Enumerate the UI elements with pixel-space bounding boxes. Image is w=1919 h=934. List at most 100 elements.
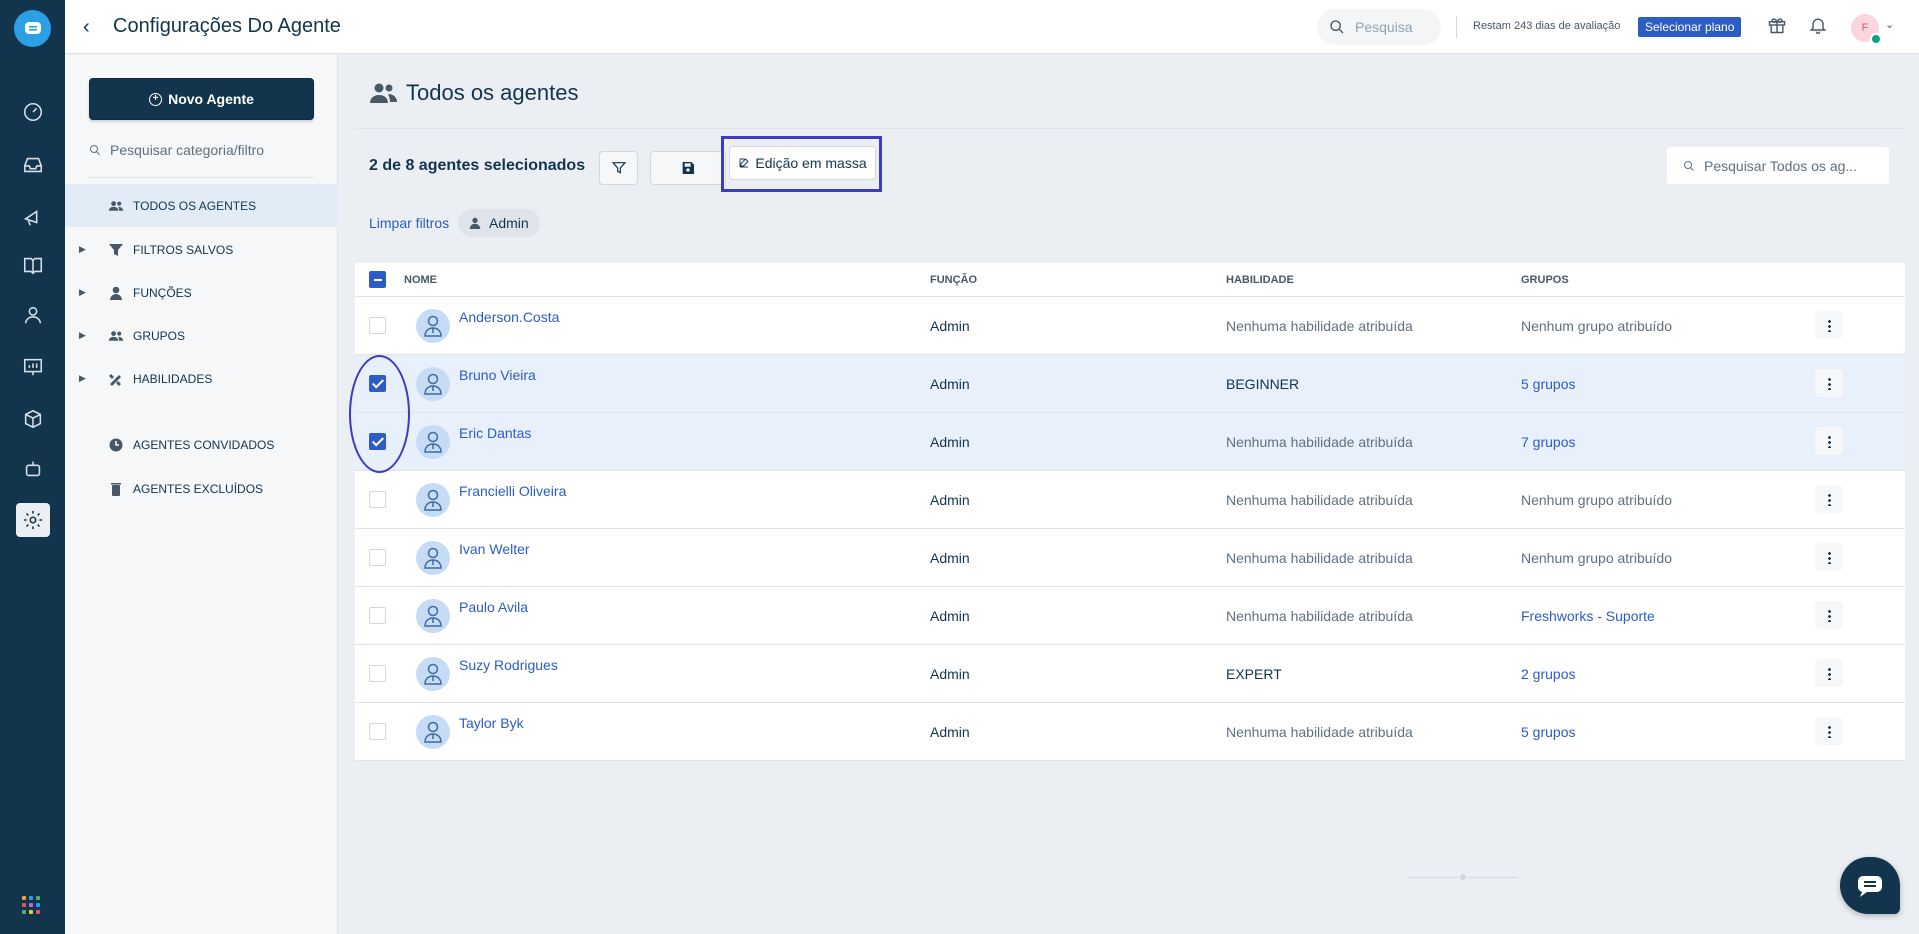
- back-arrow-icon[interactable]: ‹: [83, 16, 90, 39]
- chevron-down-icon[interactable]: ⌄: [1885, 18, 1894, 31]
- row-checkbox[interactable]: [369, 491, 386, 508]
- row-more-actions-icon[interactable]: [1815, 601, 1843, 629]
- app-logo-icon[interactable]: [14, 10, 51, 47]
- row-more-actions-icon[interactable]: [1815, 543, 1843, 571]
- reports-icon[interactable]: [16, 350, 50, 384]
- sidebar-item-roles[interactable]: ▶ FUNÇÕES: [65, 271, 338, 314]
- plus-circle-icon: +: [149, 92, 163, 106]
- notifications-bell-icon[interactable]: [1808, 15, 1828, 35]
- column-header-role[interactable]: FUNÇÃO: [930, 274, 977, 286]
- expand-arrow-icon[interactable]: ▶: [79, 287, 86, 298]
- bulk-edit-highlight: Edição em massa: [721, 136, 882, 192]
- bot-icon[interactable]: [16, 452, 50, 486]
- agent-name-link[interactable]: Bruno Vieira: [459, 367, 536, 383]
- row-more-actions-icon[interactable]: [1815, 311, 1843, 339]
- sidebar-item-groups[interactable]: ▶ GRUPOS: [65, 314, 338, 357]
- row-more-actions-icon[interactable]: [1815, 369, 1843, 397]
- row-checkbox[interactable]: [369, 665, 386, 682]
- sidebar-item-label: FILTROS SALVOS: [133, 242, 234, 257]
- select-plan-button[interactable]: Selecionar plano: [1638, 17, 1742, 37]
- agent-name-link[interactable]: Taylor Byk: [459, 715, 524, 731]
- sidebar-divider: [89, 177, 314, 178]
- filter-chip-admin[interactable]: Admin: [458, 209, 540, 237]
- inbox-icon[interactable]: [16, 148, 50, 182]
- user-avatar[interactable]: F: [1851, 14, 1882, 45]
- users-icon: [108, 329, 124, 343]
- filter-chip-label: Admin: [489, 215, 529, 231]
- table-row[interactable]: Taylor Byk Admin Nenhuma habilidade atribu…: [355, 703, 1905, 761]
- row-more-actions-icon[interactable]: [1815, 427, 1843, 455]
- marketplace-icon[interactable]: [16, 402, 50, 436]
- table-row[interactable]: Suzy Rodrigues Admin EXPERT 2 grupos: [355, 645, 1905, 703]
- gift-icon[interactable]: [1767, 15, 1787, 35]
- campaign-icon[interactable]: [16, 200, 50, 234]
- search-icon: [1330, 20, 1344, 34]
- save-button[interactable]: [650, 151, 726, 185]
- row-checkbox[interactable]: [369, 317, 386, 334]
- agent-role: Admin: [930, 492, 970, 508]
- filter-button[interactable]: [599, 151, 638, 185]
- sidebar-item-skills[interactable]: ▶ HABILIDADES: [65, 357, 338, 400]
- agent-groups[interactable]: 2 grupos: [1521, 666, 1575, 682]
- table-row[interactable]: Bruno Vieira Admin BEGINNER 5 grupos: [355, 355, 1905, 413]
- agent-groups: Nenhum grupo atribuído: [1521, 550, 1672, 566]
- title-divider: [355, 128, 1905, 129]
- expand-arrow-icon[interactable]: ▶: [79, 373, 86, 384]
- knowledge-base-icon[interactable]: [16, 248, 50, 282]
- clear-filters-link[interactable]: Limpar filtros: [369, 215, 449, 231]
- page-title-text: Todos os agentes: [406, 80, 579, 105]
- agents-sidebar: + Novo Agente Pesquisar categoria/filtro…: [65, 55, 338, 934]
- agent-groups[interactable]: Freshworks - Suporte: [1521, 608, 1655, 624]
- row-checkbox[interactable]: [369, 549, 386, 566]
- page-header-title: Configurações Do Agente: [113, 15, 341, 37]
- tools-icon: [108, 372, 124, 386]
- column-header-groups[interactable]: GRUPOS: [1521, 274, 1569, 286]
- sidebar-item-saved-filters[interactable]: ▶ FILTROS SALVOS: [65, 228, 338, 271]
- agent-skill: Nenhuma habilidade atribuída: [1226, 608, 1413, 624]
- row-checkbox[interactable]: [369, 607, 386, 624]
- row-checkbox[interactable]: [369, 723, 386, 740]
- agent-name-link[interactable]: Suzy Rodrigues: [459, 657, 558, 673]
- contacts-icon[interactable]: [16, 298, 50, 332]
- agent-name-link[interactable]: Ivan Welter: [459, 541, 530, 557]
- new-agent-button[interactable]: + Novo Agente: [89, 78, 314, 120]
- sidebar-item-deleted-agents[interactable]: AGENTES EXCLUÍDOS: [65, 467, 338, 510]
- agents-search-input[interactable]: Pesquisar Todos os ag...: [1666, 146, 1890, 185]
- agent-name-link[interactable]: Anderson.Costa: [459, 309, 559, 325]
- sidebar-item-invited-agents[interactable]: AGENTES CONVIDADOS: [65, 423, 338, 466]
- agent-name-link[interactable]: Paulo Avila: [459, 599, 528, 615]
- table-row[interactable]: Anderson.Costa Admin Nenhuma habilidade at…: [355, 297, 1905, 355]
- dashboard-icon[interactable]: [16, 95, 50, 129]
- table-row[interactable]: Ivan Welter Admin Nenhuma habilidade atrib…: [355, 529, 1905, 587]
- agent-groups[interactable]: 5 grupos: [1521, 724, 1575, 740]
- row-more-actions-icon[interactable]: [1815, 717, 1843, 745]
- table-row[interactable]: Eric Dantas Admin Nenhuma habilidade atrib…: [355, 413, 1905, 471]
- agent-avatar-icon: [416, 599, 450, 633]
- apps-grid-icon[interactable]: [22, 896, 40, 914]
- agent-avatar-icon: [416, 715, 450, 749]
- main-content: Todos os agentes 2 de 8 agentes selecion…: [338, 55, 1919, 934]
- expand-arrow-icon[interactable]: ▶: [79, 330, 86, 341]
- agent-groups[interactable]: 5 grupos: [1521, 376, 1575, 392]
- settings-icon[interactable]: [16, 503, 50, 537]
- search-icon: [90, 145, 100, 155]
- agent-name-link[interactable]: Francielli Oliveira: [459, 483, 566, 499]
- agent-role: Admin: [930, 724, 970, 740]
- filter-icon: [611, 162, 626, 174]
- table-row[interactable]: Francielli Oliveira Admin Nenhuma habilida…: [355, 471, 1905, 529]
- row-more-actions-icon[interactable]: [1815, 659, 1843, 687]
- expand-arrow-icon[interactable]: ▶: [79, 244, 86, 255]
- global-search[interactable]: Pesquisa: [1317, 9, 1441, 45]
- column-header-name[interactable]: NOME: [404, 274, 437, 286]
- agent-name-link[interactable]: Eric Dantas: [459, 425, 531, 441]
- agent-skill: BEGINNER: [1226, 376, 1300, 392]
- row-more-actions-icon[interactable]: [1815, 485, 1843, 513]
- select-all-checkbox[interactable]: [369, 271, 386, 288]
- category-filter-search[interactable]: Pesquisar categoria/filtro: [89, 139, 314, 161]
- table-row[interactable]: Paulo Avila Admin Nenhuma habilidade atrib…: [355, 587, 1905, 645]
- chat-widget-button[interactable]: [1840, 857, 1900, 914]
- sidebar-item-all-agents[interactable]: TODOS OS AGENTES: [65, 184, 338, 227]
- bulk-edit-button[interactable]: Edição em massa: [729, 146, 876, 180]
- column-header-skill[interactable]: HABILIDADE: [1226, 274, 1294, 286]
- agent-groups[interactable]: 7 grupos: [1521, 434, 1575, 450]
